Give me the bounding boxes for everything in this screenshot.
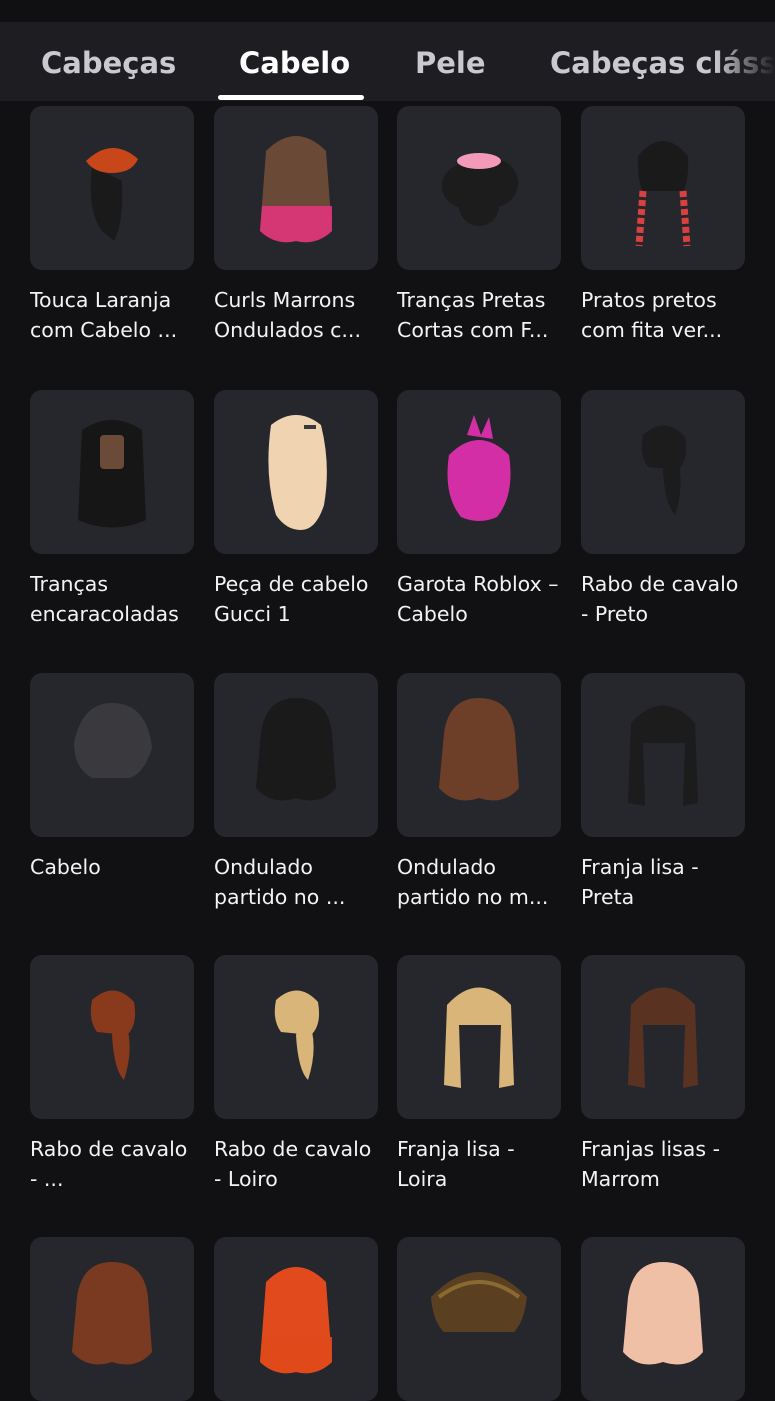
blonde-ponytail-hair-icon	[236, 970, 356, 1104]
hair-item-name: Cabelo	[30, 855, 101, 879]
hair-item-card[interactable]: Peça de cabelo Gucci 1	[214, 390, 378, 629]
hair-item-name: Pratos pretos com fita ver...	[581, 288, 723, 342]
brown-wavy-bob-hair-icon	[419, 688, 539, 822]
orange-braided-hair-icon	[236, 1252, 356, 1386]
black-wavy-bob-hair-icon	[236, 688, 356, 822]
hair-item-thumbnail[interactable]	[397, 673, 561, 837]
hair-item-card[interactable]: Franjas lisas - Marrom	[581, 955, 745, 1194]
hair-item-name: Ondulado partido no m...	[397, 855, 549, 909]
category-tab-bar: Cabeças Cabelo Pele Cabeças clássicas	[0, 22, 775, 101]
hair-item-thumbnail[interactable]	[214, 955, 378, 1119]
hair-item-thumbnail[interactable]	[214, 106, 378, 270]
tab-cabelo[interactable]: Cabelo	[239, 22, 350, 101]
hair-item-name: Garota Roblox – Cabelo	[397, 572, 559, 626]
hair-item-name: Rabo de cavalo - ...	[30, 1137, 188, 1191]
active-tab-indicator	[218, 95, 364, 100]
hair-item-card[interactable]	[397, 1237, 561, 1401]
hair-item-card[interactable]: Pratos pretos com fita ver...	[581, 106, 745, 345]
hair-item-thumbnail[interactable]	[581, 955, 745, 1119]
hair-item-name: Curls Marrons Ondulados c...	[214, 288, 361, 342]
black-straight-bangs-hair-icon	[603, 688, 723, 822]
hair-item-thumbnail[interactable]	[581, 390, 745, 554]
hair-item-name: Rabo de cavalo - Preto	[581, 572, 739, 626]
hair-item-card[interactable]	[30, 1237, 194, 1401]
hair-item-name: Tranças encaracoladas	[30, 572, 179, 626]
hair-item-thumbnail[interactable]	[581, 673, 745, 837]
red-ponytail-hair-icon	[52, 970, 172, 1104]
hair-item-card[interactable]: Rabo de cavalo - Loiro	[214, 955, 378, 1194]
pink-blonde-bob-hair-icon	[603, 1252, 723, 1386]
hair-item-card[interactable]: Touca Laranja com Cabelo ...	[30, 106, 194, 345]
hair-item-name: Ondulado partido no ...	[214, 855, 346, 909]
brown-slick-hair-icon	[419, 1252, 539, 1386]
hair-item-card[interactable]: Curls Marrons Ondulados c...	[214, 106, 378, 345]
brown-straight-bangs-hair-icon	[603, 970, 723, 1104]
hair-item-card[interactable]: Franja lisa - Loira	[397, 955, 561, 1194]
hair-item-thumbnail[interactable]	[581, 1237, 745, 1401]
top-strip	[0, 0, 775, 22]
pink-hair-icon	[419, 405, 539, 539]
hair-item-card[interactable]: Franja lisa - Preta	[581, 673, 745, 912]
hair-item-thumbnail[interactable]	[397, 1237, 561, 1401]
hair-item-thumbnail[interactable]	[214, 673, 378, 837]
blonde-straight-bangs-hair-icon	[419, 970, 539, 1104]
brown-pink-ombre-hair-icon	[236, 121, 356, 255]
hair-item-card[interactable]: Ondulado partido no ...	[214, 673, 378, 912]
black-curls-pink-bow-hair-icon	[419, 121, 539, 255]
hair-item-card[interactable]: Rabo de cavalo - Preto	[581, 390, 745, 629]
hair-item-name: Franja lisa - Loira	[397, 1137, 515, 1191]
hair-item-card[interactable]: Ondulado partido no m...	[397, 673, 561, 912]
orange-beanie-hair-icon	[52, 121, 172, 255]
hair-item-name: Franjas lisas - Marrom	[581, 1137, 720, 1191]
hair-item-card[interactable]	[214, 1237, 378, 1401]
dark-grey-hair-icon	[52, 688, 172, 822]
curly-braids-hair-icon	[52, 405, 172, 539]
auburn-messy-hair-icon	[52, 1252, 172, 1386]
hair-item-thumbnail[interactable]	[581, 106, 745, 270]
hair-item-thumbnail[interactable]	[397, 390, 561, 554]
black-ponytail-hair-icon	[603, 405, 723, 539]
hair-item-card[interactable]: Tranças encaracoladas	[30, 390, 194, 629]
hair-item-name: Touca Laranja com Cabelo ...	[30, 288, 178, 342]
hair-item-name: Tranças Pretas Cortas com F...	[397, 288, 549, 342]
hair-item-card[interactable]: Tranças Pretas Cortas com F...	[397, 106, 561, 345]
hair-item-name: Peça de cabelo Gucci 1	[214, 572, 369, 626]
hair-item-thumbnail[interactable]	[214, 1237, 378, 1401]
hair-item-name: Rabo de cavalo - Loiro	[214, 1137, 372, 1191]
tab-pele[interactable]: Pele	[415, 22, 486, 101]
hair-item-card[interactable]: Rabo de cavalo - ...	[30, 955, 194, 1194]
hair-item-name: Franja lisa - Preta	[581, 855, 699, 909]
hair-item-thumbnail[interactable]	[30, 390, 194, 554]
black-braids-red-ribbon-hair-icon	[603, 121, 723, 255]
hair-item-thumbnail[interactable]	[214, 390, 378, 554]
hair-item-thumbnail[interactable]	[30, 673, 194, 837]
hair-item-card[interactable]	[581, 1237, 745, 1401]
hair-item-thumbnail[interactable]	[397, 106, 561, 270]
hair-item-thumbnail[interactable]	[30, 1237, 194, 1401]
hair-item-thumbnail[interactable]	[30, 106, 194, 270]
tab-overflow-fade	[715, 22, 775, 101]
hair-item-thumbnail[interactable]	[397, 955, 561, 1119]
blonde-wavy-hair-icon	[236, 405, 356, 539]
tab-cabecas[interactable]: Cabeças	[41, 22, 176, 101]
hair-item-card[interactable]: Cabelo	[30, 673, 194, 883]
hair-item-card[interactable]: Garota Roblox – Cabelo	[397, 390, 561, 629]
hair-item-thumbnail[interactable]	[30, 955, 194, 1119]
